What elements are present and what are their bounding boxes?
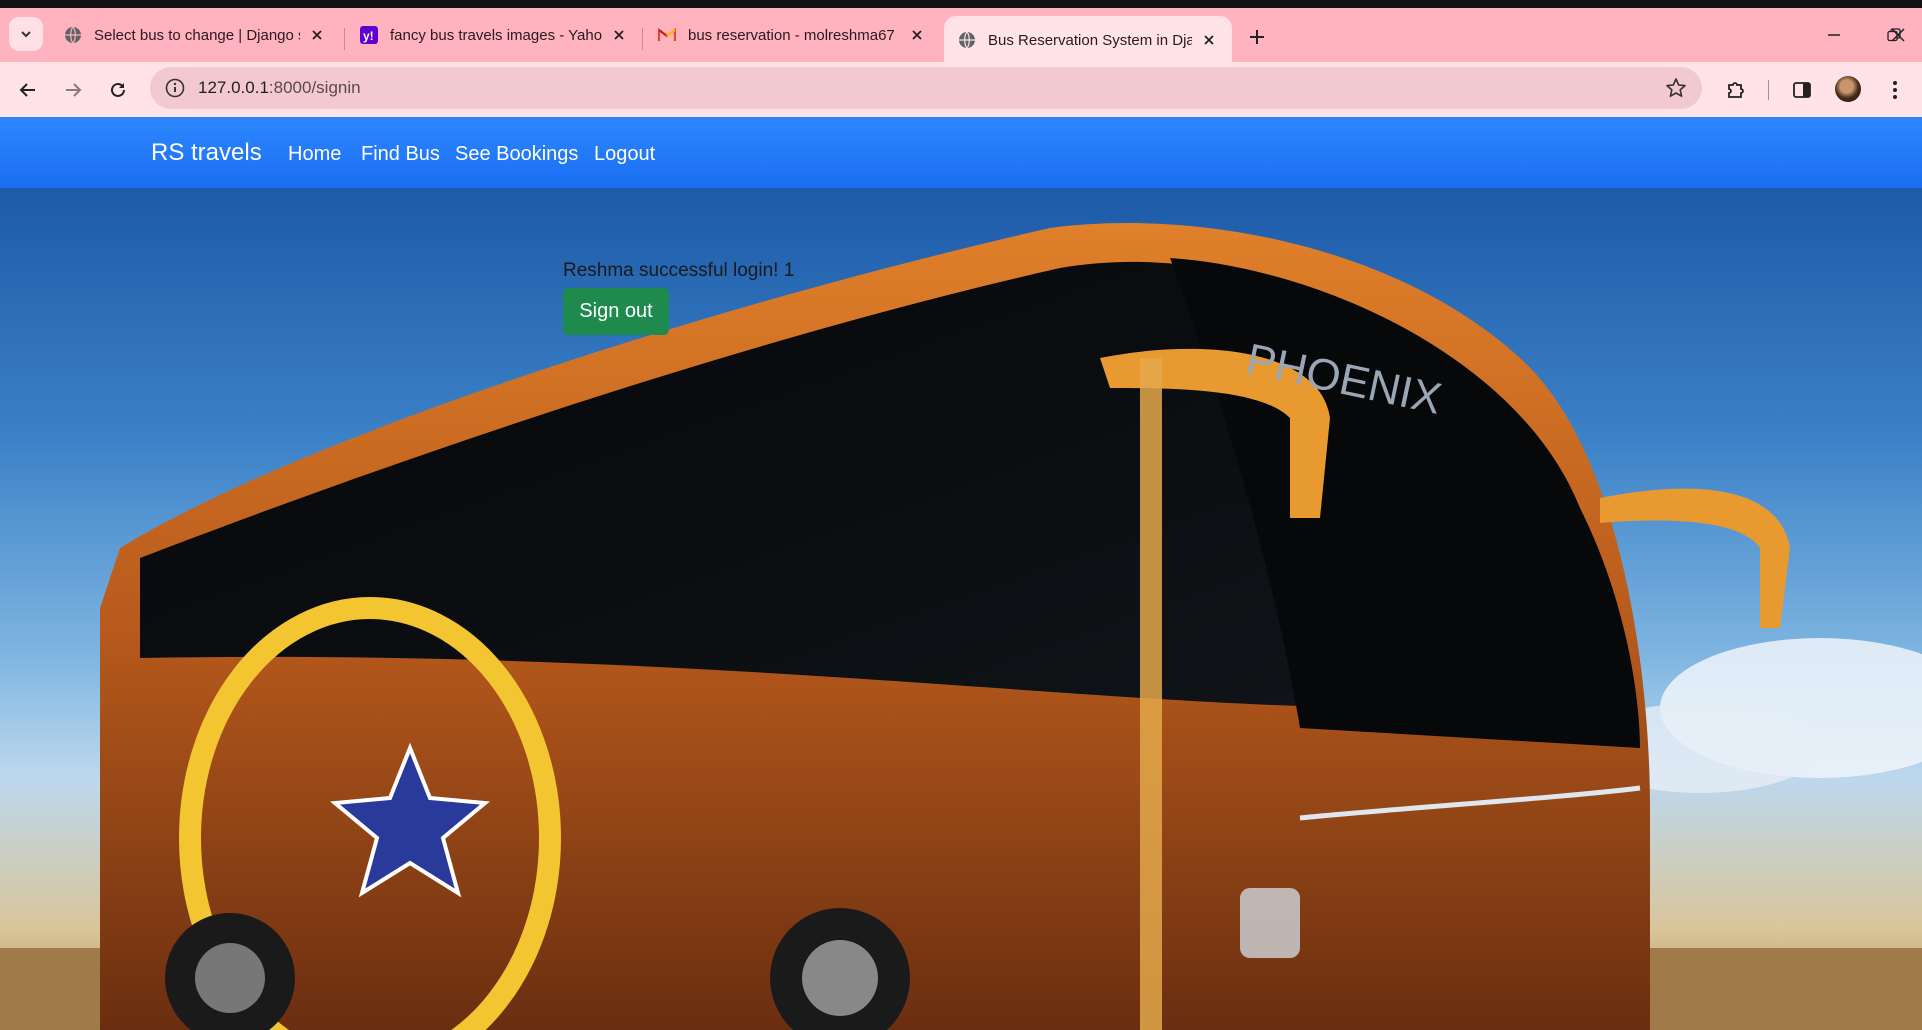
extensions-button[interactable]: [1721, 75, 1751, 105]
globe-icon: [958, 31, 976, 49]
side-panel-button[interactable]: [1787, 75, 1817, 105]
url-path: :8000/signin: [268, 78, 361, 97]
info-icon[interactable]: [164, 77, 186, 99]
tab-bar: Select bus to change | Django s y! fancy…: [0, 8, 1922, 64]
tab-gmail[interactable]: bus reservation - molreshma67: [644, 14, 940, 56]
site-brand[interactable]: RS travels: [151, 139, 262, 167]
arrow-right-icon: [66, 83, 82, 97]
toolbar-divider: [1768, 80, 1769, 100]
more-vertical-icon: [1893, 81, 1897, 99]
tab-search-button[interactable]: [9, 17, 43, 51]
tab-divider: [344, 28, 345, 50]
plus-icon: [1250, 30, 1264, 44]
hero-background-image: PHOENIX Reshma successful login! 1 Sign …: [0, 188, 1922, 1030]
puzzle-icon: [1728, 82, 1744, 98]
close-icon: [1891, 28, 1905, 42]
nav-home[interactable]: Home: [288, 143, 341, 166]
minimize-icon: [1828, 34, 1840, 36]
globe-icon: [64, 26, 82, 44]
chevron-down-icon: [21, 31, 31, 38]
url-host: 127.0.0.1: [198, 78, 269, 97]
url-text[interactable]: 127.0.0.1:8000/signin: [198, 78, 361, 98]
arrow-left-icon: [19, 83, 35, 97]
address-bar[interactable]: 127.0.0.1:8000/signin: [150, 67, 1702, 109]
nav-logout[interactable]: Logout: [594, 143, 655, 166]
profile-avatar[interactable]: [1835, 76, 1861, 102]
login-success-message: Reshma successful login! 1: [563, 260, 795, 281]
svg-text:y!: y!: [363, 29, 374, 43]
tab-title: fancy bus travels images - Yahoo: [390, 26, 602, 44]
bookmark-star-icon[interactable]: [1664, 76, 1688, 100]
close-window-button[interactable]: [1878, 20, 1918, 50]
tab-title: Bus Reservation System in Djan: [988, 31, 1192, 49]
nav-see-bookings[interactable]: See Bookings: [455, 143, 578, 166]
reload-button[interactable]: [102, 74, 134, 106]
browser-toolbar: 127.0.0.1:8000/signin: [0, 62, 1922, 117]
tab-bus-reservation[interactable]: Bus Reservation System in Djan: [944, 16, 1232, 64]
back-button[interactable]: [12, 74, 44, 106]
site-navbar: RS travels Home Find Bus See Bookings Lo…: [0, 117, 1922, 188]
tab-divider: [642, 28, 643, 50]
tab-yahoo-images[interactable]: y! fancy bus travels images - Yahoo: [346, 14, 642, 56]
close-icon[interactable]: [906, 24, 928, 46]
close-icon[interactable]: [608, 24, 630, 46]
window-top-edge: [0, 0, 1922, 8]
tab-title: bus reservation - molreshma67: [688, 26, 895, 44]
menu-button[interactable]: [1880, 75, 1910, 105]
nav-find-bus[interactable]: Find Bus: [361, 143, 440, 166]
close-icon[interactable]: [1198, 29, 1220, 51]
sign-out-button[interactable]: Sign out: [563, 288, 669, 335]
minimize-button[interactable]: [1814, 20, 1854, 50]
yahoo-icon: y!: [360, 26, 378, 44]
tab-select-bus[interactable]: Select bus to change | Django s: [50, 14, 340, 56]
forward-button[interactable]: [57, 74, 89, 106]
bus-illustration: PHOENIX: [0, 223, 1922, 1030]
page-viewport: RS travels Home Find Bus See Bookings Lo…: [0, 117, 1922, 1030]
close-icon[interactable]: [306, 24, 328, 46]
tab-title: Select bus to change | Django s: [94, 26, 300, 44]
gmail-icon: [658, 26, 676, 44]
new-tab-button[interactable]: [1242, 22, 1272, 52]
side-panel-icon: [1793, 82, 1811, 98]
reload-icon: [111, 82, 125, 97]
